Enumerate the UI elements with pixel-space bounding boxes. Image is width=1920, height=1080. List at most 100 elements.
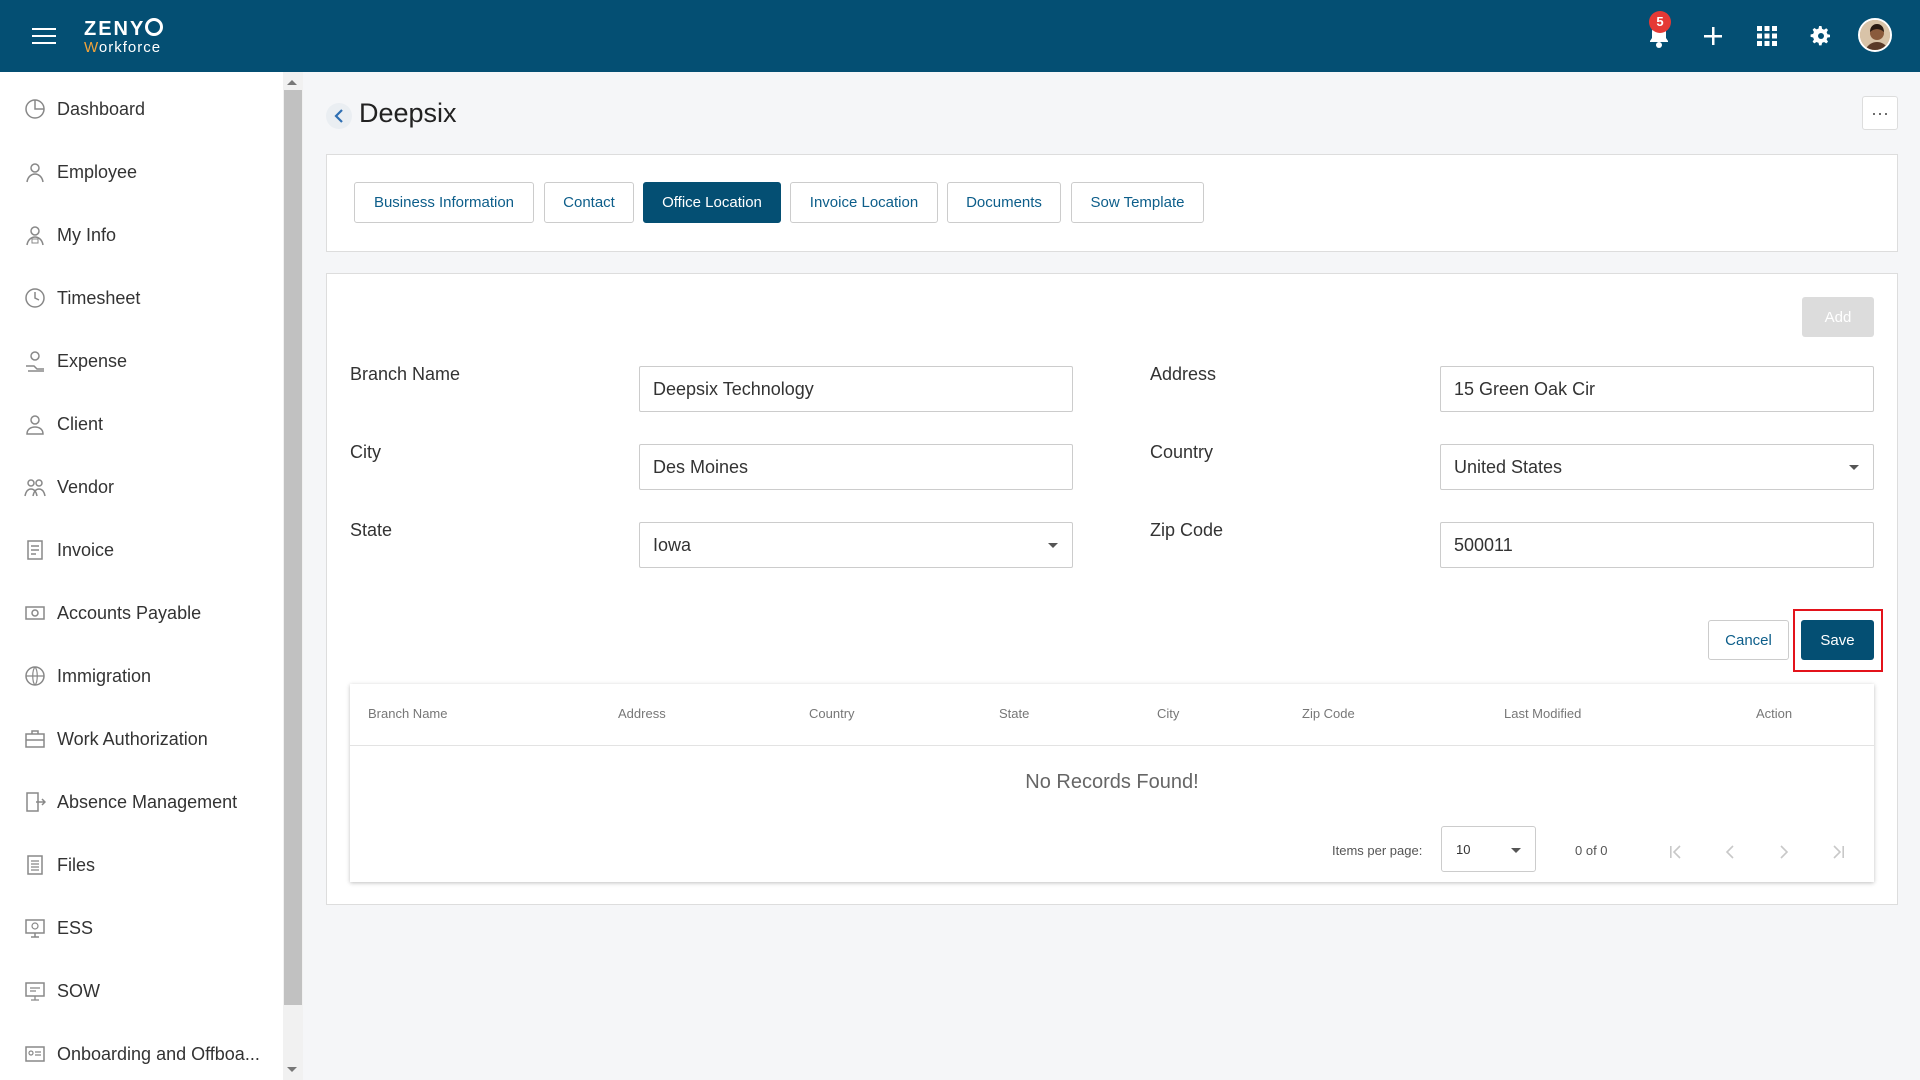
work-authorization-icon [25, 730, 45, 748]
branch-name-field[interactable]: Deepsix Technology [639, 366, 1073, 412]
back-button[interactable] [326, 103, 352, 129]
column-header-action: Action [1756, 706, 1793, 721]
country-select[interactable]: United States [1440, 444, 1874, 490]
settings-gear-icon[interactable] [1805, 20, 1837, 52]
column-header-address[interactable]: Address [618, 706, 666, 721]
onboarding-icon [25, 1046, 45, 1062]
sidebar-item-label: Accounts Payable [57, 602, 202, 623]
sidebar-item-my-info[interactable]: My Info [0, 215, 280, 255]
more-options-button[interactable]: ··· [1862, 96, 1898, 130]
sidebar-item-label: My Info [57, 224, 117, 245]
previous-page-icon[interactable] [1716, 838, 1744, 866]
sidebar-item-label: Dashboard [57, 98, 146, 119]
notification-badge: 5 [1649, 11, 1671, 33]
last-page-icon[interactable] [1824, 838, 1852, 866]
column-header-branch-name[interactable]: Branch Name [368, 706, 447, 721]
add-icon[interactable] [1697, 20, 1729, 52]
zip-code-field[interactable]: 500011 [1440, 522, 1874, 568]
sidebar-item-files[interactable]: Files [0, 845, 280, 885]
column-header-zip-code[interactable]: Zip Code [1302, 706, 1355, 721]
sidebar-item-label: Invoice [57, 539, 115, 560]
pagination-range: 0 of 0 [1575, 843, 1608, 858]
tab-documents[interactable]: Documents [947, 182, 1061, 223]
tab-contact[interactable]: Contact [544, 182, 634, 223]
sidebar-item-absence-management[interactable]: Absence Management [0, 782, 280, 822]
sidebar-item-label: Onboarding and Offboa... [57, 1043, 260, 1064]
client-icon [26, 415, 44, 435]
column-header-last-modified[interactable]: Last Modified [1504, 706, 1581, 721]
items-per-page-label: Items per page: [1332, 843, 1423, 858]
sidebar-item-client[interactable]: Client [0, 404, 280, 444]
employee-icon [26, 163, 44, 183]
empty-state-message: No Records Found! [1025, 771, 1199, 793]
sidebar-item-vendor[interactable]: Vendor [0, 467, 280, 507]
address-field[interactable]: 15 Green Oak Cir [1440, 366, 1874, 412]
sidebar-item-label: Absence Management [57, 791, 238, 812]
page-title: Deepsix [359, 98, 457, 128]
save-button-highlight [1793, 609, 1883, 672]
sow-icon [25, 982, 45, 1001]
ess-icon [25, 919, 45, 938]
sidebar-item-label: Expense [57, 350, 128, 371]
my-info-icon [26, 226, 44, 246]
zip-code-label: Zip Code [1150, 520, 1224, 540]
sidebar-item-onboarding-and-offboa[interactable]: Onboarding and Offboa... [0, 1034, 280, 1074]
immigration-icon [25, 666, 45, 686]
vendor-icon [24, 479, 46, 497]
dashboard-icon [25, 99, 45, 119]
sidebar-item-label: Files [57, 854, 96, 875]
app-logo[interactable]: ZENY Workforce [84, 18, 164, 55]
sidebar-item-label: Vendor [57, 476, 115, 497]
sidebar-item-immigration[interactable]: Immigration [0, 656, 280, 696]
sidebar-item-label: ESS [57, 917, 94, 938]
scroll-up-arrow-icon[interactable] [287, 80, 297, 85]
sidebar-item-employee[interactable]: Employee [0, 152, 280, 192]
dropdown-caret-icon [1849, 465, 1859, 470]
apps-grid-icon[interactable] [1751, 20, 1783, 52]
cancel-button[interactable]: Cancel [1708, 620, 1789, 660]
scroll-down-arrow-icon[interactable] [287, 1067, 297, 1072]
state-label: State [350, 520, 393, 540]
sidebar-item-dashboard[interactable]: Dashboard [0, 89, 280, 129]
next-page-icon[interactable] [1770, 838, 1798, 866]
sidebar-item-label: SOW [57, 980, 100, 1001]
sidebar-item-label: Immigration [57, 665, 152, 686]
column-header-state[interactable]: State [999, 706, 1029, 721]
expense-icon [26, 351, 44, 372]
city-field[interactable]: Des Moines [639, 444, 1073, 490]
sidebar-item-label: Employee [57, 161, 138, 182]
dropdown-caret-icon [1511, 848, 1521, 853]
address-label: Address [1150, 364, 1217, 384]
tab-sow-template[interactable]: Sow Template [1071, 182, 1204, 223]
tab-business-information[interactable]: Business Information [354, 182, 534, 223]
sidebar-item-ess[interactable]: ESS [0, 908, 280, 948]
user-avatar[interactable] [1858, 18, 1892, 52]
tab-invoice-location[interactable]: Invoice Location [790, 182, 938, 223]
column-header-country[interactable]: Country [809, 706, 855, 721]
add-button[interactable]: Add [1802, 297, 1874, 337]
column-header-city[interactable]: City [1157, 706, 1179, 721]
items-per-page-select[interactable]: 10 [1441, 826, 1536, 872]
top-bar: ZENY Workforce 5 [0, 0, 1920, 72]
menu-icon[interactable] [32, 28, 56, 46]
first-page-icon[interactable] [1662, 838, 1690, 866]
sidebar-item-label: Client [57, 413, 104, 434]
branch-name-label: Branch Name [350, 364, 461, 384]
tab-office-location[interactable]: Office Location [643, 182, 781, 223]
files-icon [27, 855, 43, 875]
chevron-left-icon [334, 109, 343, 123]
sidebar-scrollbar-thumb[interactable] [284, 90, 302, 1005]
sidebar-item-invoice[interactable]: Invoice [0, 530, 280, 570]
sidebar-item-sow[interactable]: SOW [0, 971, 280, 1011]
sidebar-item-label: Work Authorization [57, 728, 208, 749]
sidebar-item-expense[interactable]: Expense [0, 341, 280, 381]
sidebar-item-accounts-payable[interactable]: Accounts Payable [0, 593, 280, 633]
timesheet-icon [25, 288, 45, 308]
state-select[interactable]: Iowa [639, 522, 1073, 568]
accounts-payable-icon [25, 606, 45, 620]
sidebar-item-label: Timesheet [57, 287, 141, 308]
absence-management-icon [26, 792, 46, 812]
sidebar-item-timesheet[interactable]: Timesheet [0, 278, 280, 318]
sidebar-item-work-authorization[interactable]: Work Authorization [0, 719, 280, 759]
invoice-icon [27, 540, 43, 560]
